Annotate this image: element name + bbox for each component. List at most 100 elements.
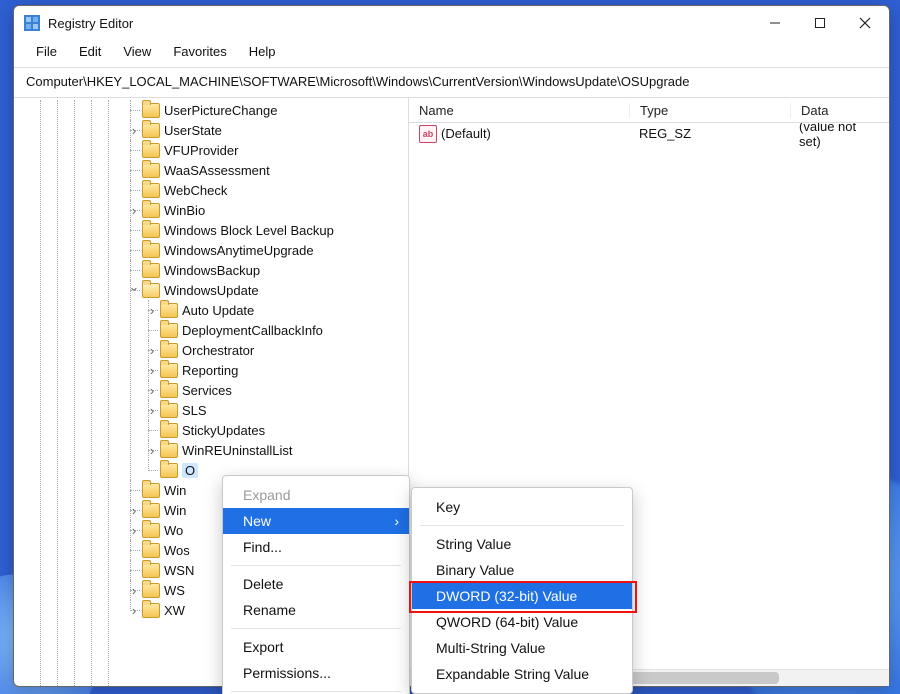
- tree-node[interactable]: ·VFUProvider: [142, 140, 408, 160]
- chevron-right-icon[interactable]: [146, 383, 158, 398]
- tree-node[interactable]: ·WindowsBackup: [142, 260, 408, 280]
- chevron-right-icon[interactable]: [146, 303, 158, 318]
- chevron-right-icon[interactable]: [146, 343, 158, 358]
- menu-item-export[interactable]: Export: [223, 634, 409, 660]
- chevron-right-icon[interactable]: [128, 203, 140, 218]
- tree-node[interactable]: Reporting: [160, 360, 408, 380]
- value-type: REG_SZ: [629, 126, 789, 141]
- folder-icon: [142, 123, 160, 138]
- folder-icon: [160, 323, 178, 338]
- folder-icon: [160, 463, 178, 478]
- tree-guides: [14, 100, 125, 686]
- tree-node[interactable]: Services: [160, 380, 408, 400]
- menu-item-qword-64-bit-value[interactable]: QWORD (64-bit) Value: [412, 609, 632, 635]
- menu-help[interactable]: Help: [239, 42, 286, 61]
- menubar: File Edit View Favorites Help: [14, 40, 889, 68]
- new-submenu: Key String ValueBinary ValueDWORD (32-bit…: [411, 487, 633, 694]
- tree-node[interactable]: Orchestrator: [160, 340, 408, 360]
- tree-node-label: WinREUninstallList: [182, 443, 293, 458]
- chevron-right-icon[interactable]: [128, 123, 140, 138]
- chevron-right-icon[interactable]: [146, 443, 158, 458]
- folder-icon: [160, 363, 178, 378]
- menu-favorites[interactable]: Favorites: [163, 42, 236, 61]
- tree-node-label: XW: [164, 603, 185, 618]
- tree-node[interactable]: UserState: [142, 120, 408, 140]
- tree-node[interactable]: WinREUninstallList: [160, 440, 408, 460]
- menu-item-multi-string-value[interactable]: Multi-String Value: [412, 635, 632, 661]
- tree-node-label: O: [182, 463, 198, 478]
- folder-icon: [142, 503, 160, 518]
- tree-node-label: WS: [164, 583, 185, 598]
- registry-editor-icon: [24, 15, 40, 31]
- folder-icon: [160, 303, 178, 318]
- menu-item-dword-32-bit-value[interactable]: DWORD (32-bit) Value: [412, 583, 632, 609]
- menu-edit[interactable]: Edit: [69, 42, 111, 61]
- tree-node[interactable]: ·WaaSAssessment: [142, 160, 408, 180]
- chevron-right-icon[interactable]: [128, 583, 140, 598]
- menu-file[interactable]: File: [26, 42, 67, 61]
- tree-node[interactable]: Auto Update: [160, 300, 408, 320]
- menu-view[interactable]: View: [113, 42, 161, 61]
- folder-icon: [142, 263, 160, 278]
- menu-item-permissions[interactable]: Permissions...: [223, 660, 409, 686]
- folder-icon: [160, 343, 178, 358]
- folder-icon: [160, 403, 178, 418]
- tree-node-label: WinBio: [164, 203, 205, 218]
- column-data[interactable]: Data: [791, 103, 889, 118]
- tree-node-label: Wo: [164, 523, 183, 538]
- menu-item-expandable-string-value[interactable]: Expandable String Value: [412, 661, 632, 687]
- minimize-button[interactable]: [752, 8, 797, 38]
- string-value-icon: ab: [419, 125, 437, 143]
- menu-item-rename[interactable]: Rename: [223, 597, 409, 623]
- chevron-right-icon[interactable]: [128, 603, 140, 618]
- tree-node-label: Auto Update: [182, 303, 254, 318]
- tree-node-label: WindowsAnytimeUpgrade: [164, 243, 314, 258]
- tree-node[interactable]: WindowsUpdate: [142, 280, 408, 300]
- menu-item-find[interactable]: Find...: [223, 534, 409, 560]
- menu-item-string-value[interactable]: String Value: [412, 531, 632, 557]
- value-name: (Default): [441, 126, 491, 141]
- tree-node-label: WebCheck: [164, 183, 227, 198]
- folder-icon: [142, 483, 160, 498]
- value-row[interactable]: ab (Default) REG_SZ (value not set): [409, 123, 889, 144]
- folder-icon: [142, 223, 160, 238]
- chevron-right-icon[interactable]: [146, 403, 158, 418]
- tree-node[interactable]: WinBio: [142, 200, 408, 220]
- column-type[interactable]: Type: [630, 103, 791, 118]
- tree-node[interactable]: ·WebCheck: [142, 180, 408, 200]
- submenu-arrow-icon: [394, 513, 399, 529]
- tree-node[interactable]: ·UserPictureChange: [142, 100, 408, 120]
- folder-icon: [142, 283, 160, 298]
- tree-node[interactable]: ·WindowsAnytimeUpgrade: [142, 240, 408, 260]
- tree-node[interactable]: SLS: [160, 400, 408, 420]
- tree-node[interactable]: ·StickyUpdates: [160, 420, 408, 440]
- tree-node-label: WaaSAssessment: [164, 163, 270, 178]
- tree-node-label: Services: [182, 383, 232, 398]
- close-button[interactable]: [842, 8, 887, 38]
- chevron-right-icon[interactable]: [128, 523, 140, 538]
- tree-node-label: DeploymentCallbackInfo: [182, 323, 323, 338]
- chevron-right-icon[interactable]: [128, 503, 140, 518]
- folder-icon: [142, 563, 160, 578]
- chevron-down-icon[interactable]: [128, 282, 140, 298]
- value-data: (value not set): [789, 123, 889, 149]
- folder-icon: [142, 603, 160, 618]
- menu-item-new[interactable]: New: [223, 508, 409, 534]
- maximize-button[interactable]: [797, 8, 842, 38]
- folder-icon: [160, 443, 178, 458]
- menu-item-delete[interactable]: Delete: [223, 571, 409, 597]
- menu-item-expand: Expand: [223, 482, 409, 508]
- titlebar: Registry Editor: [14, 6, 889, 40]
- folder-icon: [142, 543, 160, 558]
- tree-node-label: WindowsBackup: [164, 263, 260, 278]
- address-bar[interactable]: Computer\HKEY_LOCAL_MACHINE\SOFTWARE\Mic…: [14, 68, 889, 98]
- tree-node[interactable]: ·Windows Block Level Backup: [142, 220, 408, 240]
- menu-item-binary-value[interactable]: Binary Value: [412, 557, 632, 583]
- column-name[interactable]: Name: [409, 103, 630, 118]
- tree-node-label: WindowsUpdate: [164, 283, 259, 298]
- menu-item-key[interactable]: Key: [412, 494, 632, 520]
- menu-separator: [420, 525, 624, 526]
- chevron-right-icon[interactable]: [146, 363, 158, 378]
- folder-icon: [160, 383, 178, 398]
- tree-node[interactable]: ·DeploymentCallbackInfo: [160, 320, 408, 340]
